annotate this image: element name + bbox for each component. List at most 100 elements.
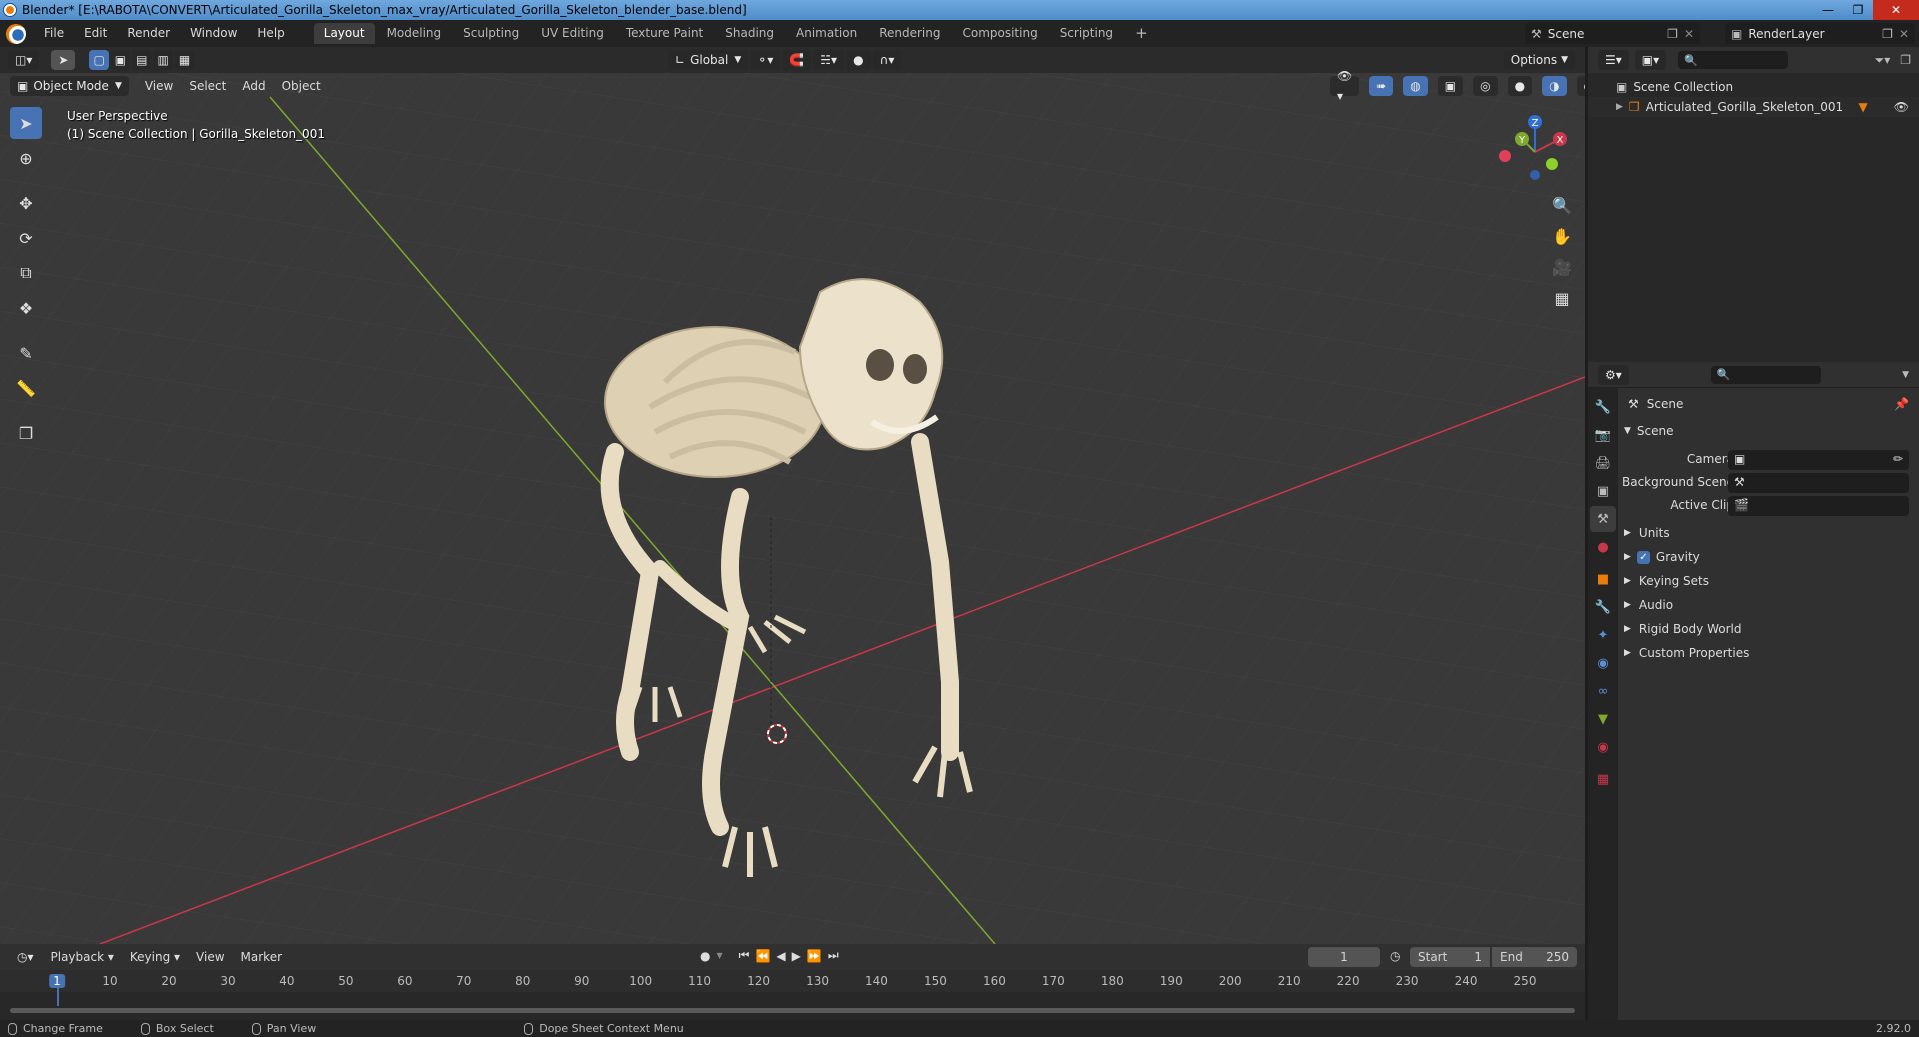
properties-search-input[interactable]: 🔍 xyxy=(1710,365,1821,384)
eye-icon[interactable]: 👁 xyxy=(1894,100,1909,114)
object-data-icon[interactable]: ▼ xyxy=(1859,100,1868,114)
display-mode-icon[interactable]: ▣▾ xyxy=(1634,50,1667,70)
measure-tool-icon[interactable]: 📏 xyxy=(10,372,42,404)
scale-tool-icon[interactable]: ⧉ xyxy=(10,257,42,289)
viewport-menu-add[interactable]: Add xyxy=(234,75,273,97)
minimize-button[interactable]: — xyxy=(1813,0,1843,20)
menu-file[interactable]: File xyxy=(34,20,74,47)
view-layer-tab-icon[interactable]: ▣ xyxy=(1590,478,1616,504)
camera-view-icon[interactable]: 🎥 xyxy=(1548,253,1576,281)
wireframe-shading-icon[interactable]: ◎ xyxy=(1473,76,1498,96)
duplicate-layer-icon[interactable]: ❐ xyxy=(1882,27,1893,41)
snap-target-button[interactable]: ☵▾ xyxy=(813,50,845,70)
outliner-search-input[interactable]: 🔍 xyxy=(1678,51,1789,69)
next-keyframe-icon[interactable]: ⏩ xyxy=(807,949,822,963)
timeline-menu-playback[interactable]: Playback ▾ xyxy=(43,946,122,968)
timeline-menu-marker[interactable]: Marker xyxy=(233,946,290,968)
scene-selector[interactable]: ⚒ Scene ❐ ✕ xyxy=(1525,23,1700,44)
pin-icon[interactable]: 📌 xyxy=(1894,397,1909,411)
gravity-checkbox[interactable]: ✓ xyxy=(1636,550,1650,564)
filter-icon[interactable]: ⏷▾ xyxy=(1875,53,1891,68)
select-mode-new-icon[interactable]: ▢ xyxy=(89,50,109,70)
close-button[interactable]: ✕ xyxy=(1873,0,1919,20)
chevron-down-icon[interactable]: ▼ xyxy=(716,951,722,960)
menu-edit[interactable]: Edit xyxy=(74,20,117,47)
eyedropper-icon[interactable]: ✏ xyxy=(1893,452,1903,466)
object-tab-icon[interactable]: ■ xyxy=(1590,566,1616,592)
proportional-falloff-button[interactable]: ∩▾ xyxy=(872,50,902,70)
options-dropdown[interactable]: Options ▼ xyxy=(1503,50,1575,70)
properties-editor-type-icon[interactable]: ⚙▾ xyxy=(1598,364,1629,385)
gizmo-toggle-icon[interactable]: ➠ xyxy=(1369,76,1394,96)
remove-layer-icon[interactable]: ✕ xyxy=(1899,27,1909,41)
tab-texture-paint[interactable]: Texture Paint xyxy=(616,23,713,44)
rigid-body-world-panel-header[interactable]: ▶ Rigid Body World xyxy=(1624,618,1913,640)
material-tab-icon[interactable]: ◉ xyxy=(1590,734,1616,760)
current-frame-field[interactable]: 1 xyxy=(1308,947,1380,967)
maximize-button[interactable]: ❐ xyxy=(1843,0,1873,20)
camera-field[interactable]: ▣ ✏ xyxy=(1728,450,1909,470)
menu-window[interactable]: Window xyxy=(180,20,247,47)
texture-tab-icon[interactable]: ▦ xyxy=(1590,766,1616,792)
scene-panel-header[interactable]: ▼ Scene xyxy=(1624,420,1913,442)
tool-tab-icon[interactable]: 🔧 xyxy=(1590,394,1616,420)
tab-modeling[interactable]: Modeling xyxy=(377,23,452,44)
select-box-icon[interactable]: ➤ xyxy=(10,107,42,139)
select-mode-intersect-icon[interactable]: ▦ xyxy=(174,50,195,70)
modifier-tab-icon[interactable]: 🔧 xyxy=(1590,594,1616,620)
solid-shading-icon[interactable]: ● xyxy=(1507,76,1533,96)
select-mode-invert-icon[interactable]: ▥ xyxy=(153,50,173,70)
viewport-menu-view[interactable]: View xyxy=(137,75,181,97)
timeline-scrollbar[interactable] xyxy=(10,1008,1575,1013)
chevron-down-icon[interactable]: ▼ xyxy=(1902,370,1909,380)
add-cube-tool-icon[interactable]: ❐ xyxy=(10,417,42,449)
object-data-tab-icon[interactable]: ▼ xyxy=(1590,706,1616,732)
add-workspace-button[interactable]: + xyxy=(1125,23,1158,44)
end-frame-field[interactable]: End 250 xyxy=(1492,947,1577,967)
duplicate-icon[interactable]: ❐ xyxy=(1667,27,1678,41)
tab-scripting[interactable]: Scripting xyxy=(1050,23,1123,44)
xray-toggle-icon[interactable]: ▣ xyxy=(1437,76,1464,96)
snap-toggle-button[interactable]: 🧲 xyxy=(782,50,812,70)
menu-render[interactable]: Render xyxy=(117,20,180,47)
select-mode-subtract-icon[interactable]: ▤ xyxy=(132,50,152,70)
overlay-toggle-icon[interactable]: ◍ xyxy=(1403,76,1428,96)
timeline-menu-view[interactable]: View xyxy=(188,946,232,968)
editor-type-button[interactable]: ◫▾ xyxy=(8,50,40,70)
custom-properties-panel-header[interactable]: ▶ Custom Properties xyxy=(1624,642,1913,664)
pivot-point-button[interactable]: ⚬▾ xyxy=(750,50,781,70)
tab-shading[interactable]: Shading xyxy=(715,23,784,44)
rendered-shading-icon[interactable]: ◐▾ xyxy=(1576,76,1585,96)
tab-animation[interactable]: Animation xyxy=(786,23,867,44)
active-clip-field[interactable]: 🎬 xyxy=(1728,496,1909,516)
tab-uv-editing[interactable]: UV Editing xyxy=(531,23,614,44)
object-mode-dropdown[interactable]: ▣ Object Mode ▼ xyxy=(10,76,129,96)
viewport-menu-object[interactable]: Object xyxy=(274,75,329,97)
select-mode-extend-icon[interactable]: ▣ xyxy=(110,50,131,70)
select-tool-button[interactable]: ➤ xyxy=(51,50,76,70)
jump-end-icon[interactable]: ⏭ xyxy=(828,948,839,963)
expand-arrow-icon[interactable]: ▶ xyxy=(1616,102,1623,112)
new-collection-icon[interactable]: ❐ xyxy=(1900,53,1911,67)
play-icon[interactable]: ▶ xyxy=(792,949,801,963)
tab-rendering[interactable]: Rendering xyxy=(869,23,950,44)
annotate-tool-icon[interactable]: ✎ xyxy=(10,337,42,369)
audio-panel-header[interactable]: ▶ Audio xyxy=(1624,594,1913,616)
visibility-icon[interactable]: 👁▾ xyxy=(1330,69,1360,103)
gravity-panel-header[interactable]: ▶ ✓ Gravity xyxy=(1624,546,1913,568)
particles-tab-icon[interactable]: ✦ xyxy=(1590,622,1616,648)
3d-viewport[interactable]: ◫▾ ➤ ▢ ▣ ▤ ▥ ▦ ∟ Global ▼ ⚬▾ 🧲 ☵▾ ● ∩▾ O… xyxy=(0,47,1585,944)
record-icon[interactable]: ● xyxy=(700,949,710,963)
timeline-menu-keying[interactable]: Keying ▾ xyxy=(122,946,188,968)
blender-menu-icon[interactable] xyxy=(6,23,26,44)
timeline-editor-type-icon[interactable]: ◷▾ xyxy=(10,947,41,967)
outliner-editor-type-icon[interactable]: ☰▾ xyxy=(1598,50,1629,70)
outliner-item[interactable]: ▶ ❒ Articulated_Gorilla_Skeleton_001 ▼ 👁 xyxy=(1588,97,1919,117)
rotate-tool-icon[interactable]: ⟳ xyxy=(10,222,42,254)
proportional-edit-button[interactable]: ● xyxy=(846,50,871,70)
cursor-tool-icon[interactable]: ⊕ xyxy=(10,142,42,174)
preview-range-icon[interactable]: ◷ xyxy=(1390,949,1400,963)
play-reverse-icon[interactable]: ◀ xyxy=(776,949,785,963)
pan-hand-icon[interactable]: ✋ xyxy=(1548,222,1576,250)
material-preview-icon[interactable]: ◑ xyxy=(1542,76,1567,96)
